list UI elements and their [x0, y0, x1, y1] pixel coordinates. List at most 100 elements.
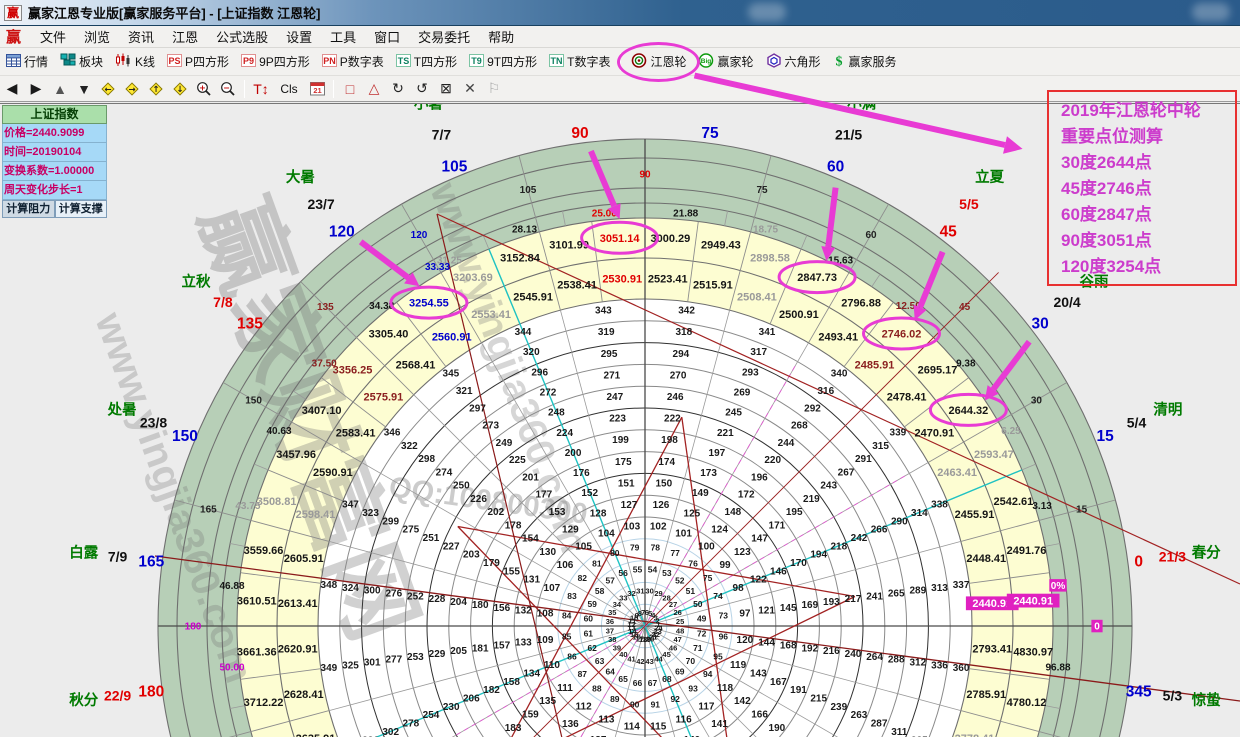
t9-icon: T9 — [469, 54, 484, 70]
menu-bar: 赢 文件浏览资讯江恩公式选股设置工具窗口交易委托帮助 — [0, 26, 1240, 48]
menu-item-3[interactable]: 江恩 — [163, 25, 207, 48]
gann-wheel-chart[interactable]: 赢家财富网www.yingjia360.comwww.yingjia360.co… — [0, 103, 1240, 737]
diamond-up-icon[interactable]: ↑ — [144, 79, 168, 99]
toolbar-button-hexagon[interactable]: 六角形 — [760, 50, 827, 74]
menu-item-0[interactable]: 文件 — [31, 25, 75, 48]
svg-text:148: 148 — [725, 507, 742, 518]
svg-text:2613.41: 2613.41 — [278, 598, 318, 610]
toolbar-button-service[interactable]: $赢家服务 — [827, 50, 903, 74]
panel-value-row-3: 周天变化步长=1 — [2, 181, 107, 200]
svg-text:小暑: 小暑 — [414, 104, 443, 112]
zoom-out-icon[interactable]: − — [216, 79, 240, 99]
svg-text:242: 242 — [851, 533, 868, 544]
svg-text:287: 287 — [871, 719, 888, 730]
svg-text:72: 72 — [697, 629, 707, 639]
svg-text:90: 90 — [630, 699, 640, 709]
svg-text:130: 130 — [539, 547, 556, 558]
svg-text:174: 174 — [658, 457, 675, 468]
toolbar-button-p9[interactable]: P99P四方形 — [235, 50, 316, 73]
svg-text:128: 128 — [590, 508, 607, 519]
kline-icon — [115, 53, 132, 70]
instrument-info-panel: 上证指数 价格=2440.9099时间=20190104变换系数=1.00000… — [2, 105, 107, 218]
toolbar-button-table[interactable]: 行情 — [0, 50, 54, 73]
menu-item-5[interactable]: 设置 — [277, 25, 321, 48]
nav-prev-icon[interactable]: ◀ — [0, 79, 24, 99]
svg-text:5/5: 5/5 — [959, 196, 979, 212]
svg-text:159: 159 — [522, 710, 539, 721]
menu-item-4[interactable]: 公式选股 — [207, 25, 277, 48]
menu-item-2[interactable]: 资讯 — [119, 25, 163, 48]
draw-square-icon[interactable]: □ — [338, 79, 362, 99]
svg-text:240: 240 — [845, 649, 862, 660]
toolbar-button-blocks[interactable]: 板块 — [54, 50, 109, 73]
svg-text:337: 337 — [953, 580, 970, 591]
svg-text:15: 15 — [1096, 428, 1114, 445]
svg-text:2583.41: 2583.41 — [336, 428, 376, 440]
svg-text:3152.84: 3152.84 — [500, 253, 541, 265]
svg-text:大暑: 大暑 — [286, 168, 315, 186]
toolbar-button-ps[interactable]: PSP四方形 — [161, 50, 235, 73]
toolbar-button-t9[interactable]: T99T四方形 — [463, 50, 543, 73]
svg-text:135: 135 — [237, 315, 263, 332]
menu-item-6[interactable]: 工具 — [321, 25, 365, 48]
svg-text:75: 75 — [703, 573, 713, 583]
menu-item-9[interactable]: 帮助 — [479, 25, 523, 48]
toolbar-button-pn[interactable]: PNP数字表 — [316, 50, 390, 73]
toolbar-button-tn[interactable]: TNT数字表 — [543, 50, 616, 73]
calc-support-button[interactable]: 计算支撑 — [55, 200, 108, 218]
calendar-icon[interactable]: 21 — [305, 79, 329, 99]
instrument-name: 上证指数 — [2, 105, 107, 124]
zoom-in-icon[interactable]: + — [192, 79, 216, 99]
svg-text:42: 42 — [636, 657, 644, 666]
calc-resistance-button[interactable]: 计算阻力 — [2, 200, 55, 218]
menu-item-1[interactable]: 浏览 — [75, 25, 119, 48]
toolbar-button-winner-wheel[interactable]: Big赢家轮 — [692, 50, 759, 74]
svg-text:2523.41: 2523.41 — [648, 274, 688, 286]
text-updown-icon[interactable]: T↕ — [249, 79, 273, 99]
svg-text:179: 179 — [483, 558, 500, 569]
toolbar-button-gann-wheel[interactable]: 江恩轮 — [625, 50, 692, 74]
svg-text:269: 269 — [734, 388, 751, 399]
svg-text:77: 77 — [670, 548, 680, 558]
menu-item-7[interactable]: 窗口 — [365, 25, 409, 48]
svg-text:172: 172 — [738, 490, 755, 501]
toolbar-button-ts[interactable]: TST四方形 — [390, 50, 463, 73]
svg-text:51: 51 — [686, 586, 696, 596]
toolbar-button-kline[interactable]: K线 — [109, 50, 161, 73]
rotate-ccw-icon[interactable]: ↺ — [410, 79, 434, 99]
svg-text:2538.41: 2538.41 — [557, 280, 597, 292]
svg-text:321: 321 — [456, 386, 473, 397]
diamond-down-icon[interactable]: ↓ — [168, 79, 192, 99]
flag-icon[interactable]: ⚐ — [482, 79, 506, 99]
svg-text:3.13: 3.13 — [1032, 501, 1052, 512]
nav-down-icon[interactable]: ▼ — [72, 79, 96, 99]
menu-item-8[interactable]: 交易委托 — [409, 25, 479, 48]
svg-text:99: 99 — [719, 560, 731, 571]
nav-up-icon[interactable]: ▲ — [48, 79, 72, 99]
svg-text:3051.14: 3051.14 — [600, 233, 641, 245]
svg-text:247: 247 — [606, 392, 623, 403]
svg-text:194: 194 — [810, 550, 827, 561]
toolbar-button-label: 赢家服务 — [849, 53, 897, 70]
svg-text:202: 202 — [487, 507, 504, 518]
svg-text:131: 131 — [523, 575, 540, 586]
svg-text:2530.91: 2530.91 — [602, 274, 642, 286]
svg-text:288: 288 — [888, 655, 905, 666]
svg-text:22/9: 22/9 — [104, 688, 131, 704]
diamond-right-icon[interactable]: → — [120, 79, 144, 99]
svg-text:245: 245 — [725, 408, 742, 419]
svg-text:21/5: 21/5 — [835, 127, 862, 143]
diamond-left-icon[interactable]: ← — [96, 79, 120, 99]
svg-text:150: 150 — [245, 396, 262, 407]
svg-text:87: 87 — [578, 669, 588, 679]
svg-text:126: 126 — [653, 500, 670, 511]
cls-button[interactable]: Cls — [273, 79, 305, 99]
shrink-icon[interactable]: ✕ — [458, 79, 482, 99]
svg-text:70: 70 — [686, 656, 696, 666]
panel-value-row-2: 变换系数=1.00000 — [2, 162, 107, 181]
svg-text:340: 340 — [831, 369, 848, 380]
draw-triangle-icon[interactable]: △ — [362, 79, 386, 99]
nav-next-icon[interactable]: ▶ — [24, 79, 48, 99]
rotate-cw-icon[interactable]: ↻ — [386, 79, 410, 99]
boxed-x-icon[interactable]: ⊠ — [434, 79, 458, 99]
